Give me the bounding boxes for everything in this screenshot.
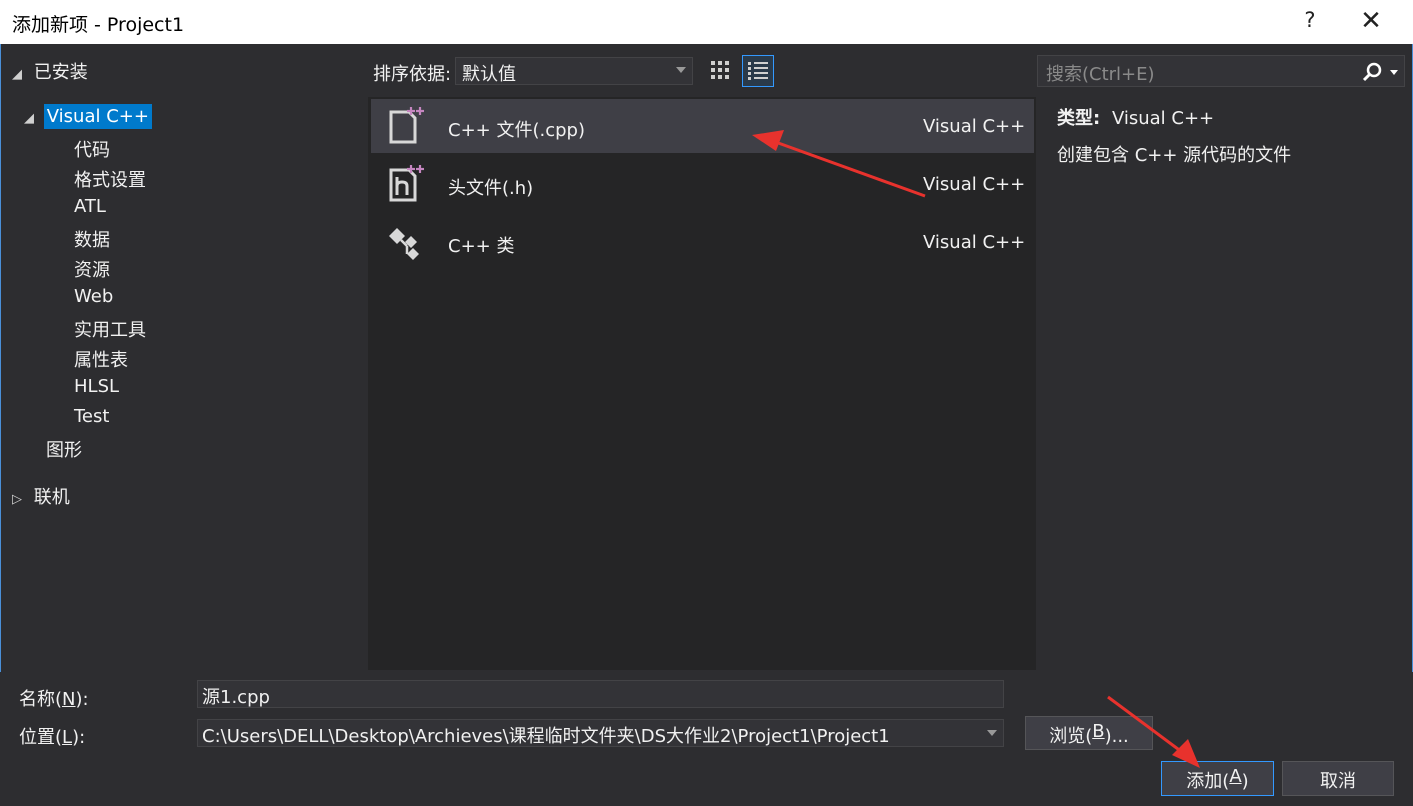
annotation-arrows [752,130,1200,768]
arrow-to-add-button [1107,695,1200,768]
arrow-to-cpp-file [752,130,926,198]
